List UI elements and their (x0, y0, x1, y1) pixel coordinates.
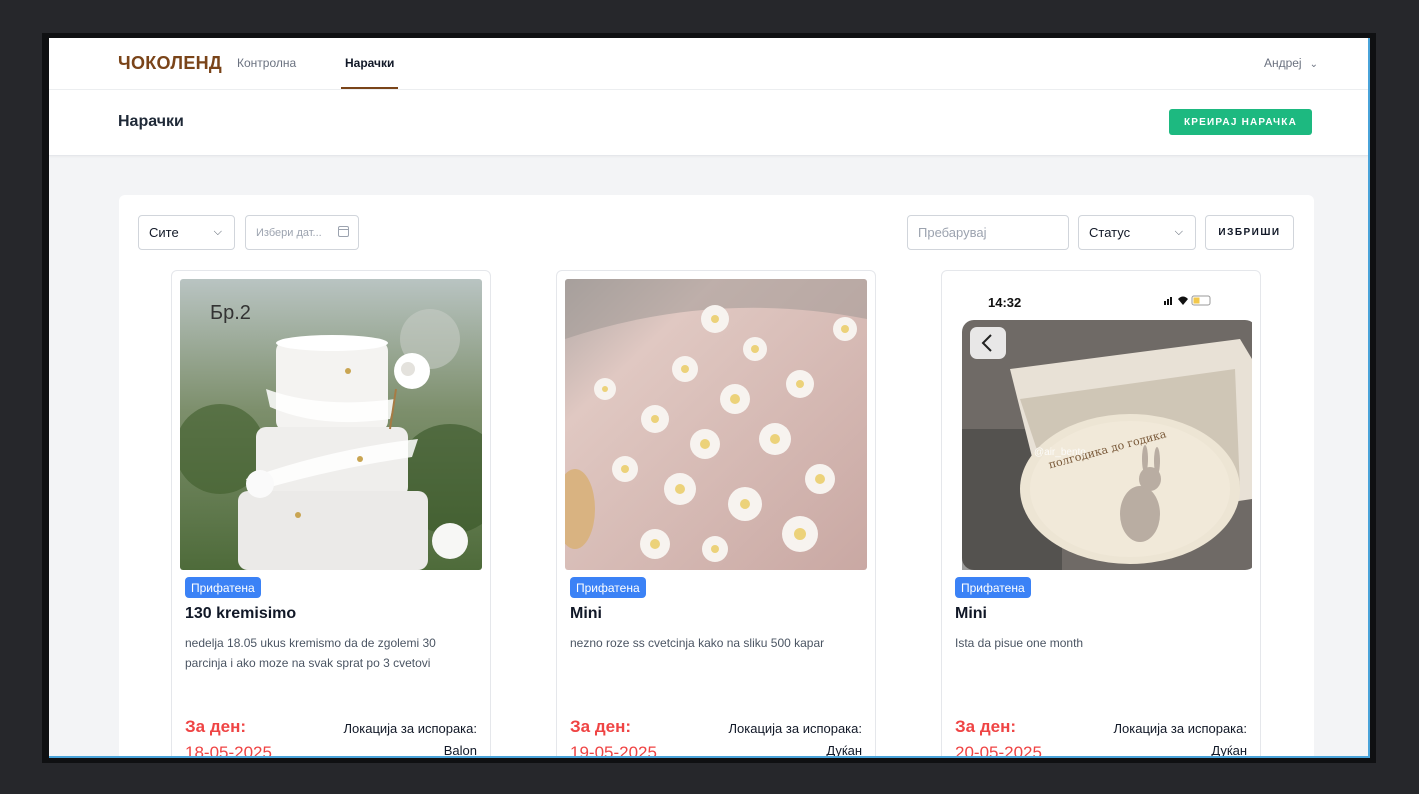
order-image-bento-cake-screenshot: 14:32 полгодика до годика @air_bento (950, 279, 1252, 570)
status-badge: Прифатена (570, 577, 646, 598)
back-button-icon (970, 327, 1006, 359)
period-select-value: Сите (149, 225, 179, 240)
status-select-value: Статус (1089, 225, 1131, 240)
image-watermark: @air_bento (1034, 447, 1086, 458)
order-image-tiered-cake: Бр.2 (180, 279, 482, 570)
order-title: Mini (570, 605, 602, 622)
user-menu[interactable]: Андреј ⌄ (1264, 56, 1318, 70)
image-caption: Бр.2 (210, 302, 251, 324)
chevron-down-icon: ⌵ (1174, 226, 1183, 238)
brand-logo[interactable]: ЧОКОЛЕНД (118, 53, 222, 74)
status-select[interactable]: Статус ⌵ (1078, 215, 1196, 250)
app-window: ЧОКОЛЕНД Контролна Нарачки Андреј ⌄ Нарач… (49, 38, 1370, 758)
order-image-daisy-cake (565, 279, 867, 570)
delivery-location-label: Локација за испорака: (728, 721, 862, 736)
user-name: Андреј (1263, 56, 1302, 70)
nav-link-dashboard[interactable]: Контролна (237, 56, 296, 70)
order-description: nezno roze ss cvetcinja kako na sliku 50… (570, 636, 825, 650)
order-card[interactable]: Бр.2 Прифатена 130 kremisimo nedelja 18.… (171, 270, 491, 758)
delivery-location: Balon (443, 743, 477, 758)
due-label: За ден: (570, 717, 632, 736)
search-placeholder: Пребарувај (918, 225, 987, 240)
daisy-cake-photo (565, 279, 867, 570)
delivery-location: Дуќан (1211, 743, 1247, 758)
order-card[interactable]: Прифатена Mini nezno roze ss cvetcinja k… (556, 270, 876, 758)
top-navigation: ЧОКОЛЕНД Контролна Нарачки Андреј ⌄ (49, 38, 1368, 90)
active-tab-indicator (341, 87, 398, 89)
delivery-location-label: Локација за испорака: (1113, 721, 1247, 736)
due-date: 20-05-2025 (955, 743, 1042, 758)
delete-button[interactable]: ИЗБРИШИ (1205, 215, 1294, 250)
orders-panel: Сите ⌵ Избери дат... Пребарувај Статус ⌵… (119, 195, 1314, 758)
due-date: 18-05-2025 (185, 743, 272, 758)
order-title: Mini (955, 605, 987, 622)
delivery-location: Дуќан (826, 743, 862, 758)
tiered-cake-photo: Бр.2 (180, 279, 482, 570)
period-select[interactable]: Сите ⌵ (138, 215, 235, 250)
page-title: Нарачки (118, 113, 184, 130)
status-badge: Прифатена (185, 577, 261, 598)
order-description: nedelja 18.05 ukus kremismo da de zgolem… (185, 636, 436, 670)
calendar-icon (338, 226, 349, 237)
order-card[interactable]: 14:32 полгодика до годика @air_bento При… (941, 270, 1261, 758)
status-badge: Прифатена (955, 577, 1031, 598)
chevron-down-icon: ⌵ (213, 226, 222, 238)
page-header: Нарачки КРЕИРАЈ НАРАЧКА (49, 90, 1368, 156)
delivery-location-label: Локација за испорака: (343, 721, 477, 736)
due-date: 19-05-2025 (570, 743, 657, 758)
date-picker[interactable]: Избери дат... (245, 215, 359, 250)
nav-link-orders[interactable]: Нарачки (345, 56, 394, 70)
order-title: 130 kremisimo (185, 605, 297, 622)
due-label: За ден: (955, 717, 1017, 736)
chevron-down-icon: ⌄ (1309, 59, 1318, 70)
due-label: За ден: (185, 717, 247, 736)
search-input[interactable]: Пребарувај (907, 215, 1069, 250)
phone-screenshot-photo: 14:32 полгодика до годика @air_bento (950, 279, 1252, 570)
phone-time: 14:32 (988, 295, 1021, 310)
order-description: Ista da pisue one month (955, 636, 1084, 650)
create-order-button[interactable]: КРЕИРАЈ НАРАЧКА (1169, 109, 1312, 135)
date-picker-placeholder: Избери дат... (256, 226, 322, 239)
